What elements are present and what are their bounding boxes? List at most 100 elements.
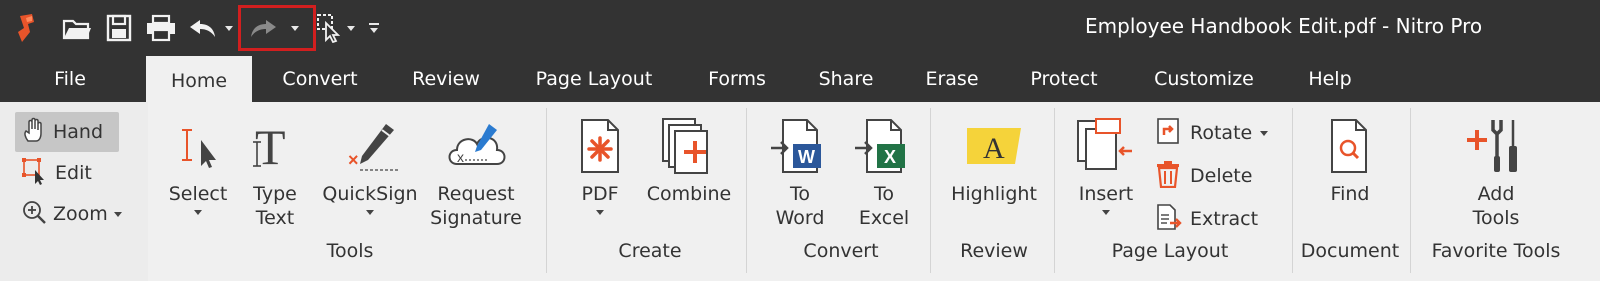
group-label-review: Review	[960, 240, 1028, 262]
combine-button[interactable]: Combine	[642, 110, 736, 206]
tab-share[interactable]: Share	[806, 56, 886, 102]
quicksign-label: QuickSign	[322, 183, 418, 205]
open-folder-icon[interactable]	[60, 8, 94, 48]
hand-label: Hand	[53, 121, 104, 143]
select-button[interactable]: Select	[160, 110, 236, 215]
rotate-label: Rotate	[1190, 122, 1253, 144]
find-document-icon	[1326, 110, 1374, 182]
group-separator	[1054, 108, 1055, 273]
insert-button[interactable]: Insert	[1066, 110, 1146, 215]
svg-text:x: x	[457, 149, 464, 165]
undo-dropdown-arrow[interactable]	[222, 8, 236, 48]
edit-tool-button[interactable]: Edit	[15, 153, 98, 193]
find-label: Find	[1330, 183, 1370, 205]
quicksign-button[interactable]: × QuickSign	[318, 110, 422, 215]
quicksign-dropdown-arrow	[366, 210, 374, 215]
tab-review[interactable]: Review	[398, 56, 494, 102]
request-signature-cloud-icon: x	[443, 110, 509, 182]
hand-tool-button[interactable]: Hand	[15, 112, 119, 152]
rotate-button[interactable]: Rotate	[1154, 113, 1269, 153]
group-separator	[546, 108, 547, 273]
delete-button[interactable]: Delete	[1154, 156, 1252, 196]
edit-select-icon	[21, 157, 49, 190]
to-excel-label-2: Excel	[858, 207, 910, 229]
find-button[interactable]: Find	[1302, 110, 1398, 206]
to-excel-label-1: To	[873, 183, 894, 205]
pdf-file-icon	[576, 110, 624, 182]
svg-text:T: T	[255, 120, 286, 172]
tab-customize[interactable]: Customize	[1140, 56, 1268, 102]
request-signature-label-1: Request	[437, 183, 515, 205]
print-icon[interactable]	[142, 8, 180, 48]
tab-home[interactable]: Home	[146, 56, 252, 102]
svg-text:W: W	[798, 147, 815, 167]
edit-label: Edit	[55, 162, 92, 184]
group-label-tools: Tools	[326, 240, 374, 262]
undo-icon[interactable]	[186, 8, 220, 48]
tab-page-layout[interactable]: Page Layout	[524, 56, 664, 102]
window-title: Employee Handbook Edit.pdf - Nitro Pro	[1085, 14, 1483, 38]
save-icon[interactable]	[102, 8, 136, 48]
group-label-convert: Convert	[803, 240, 879, 262]
group-label-favorite-tools: Favorite Tools	[1431, 240, 1561, 262]
type-text-label-1: Type	[253, 183, 297, 205]
group-label-create: Create	[618, 240, 682, 262]
zoom-tool-button[interactable]: Zoom	[15, 194, 128, 234]
to-word-label-2: Word	[775, 207, 825, 229]
highlight-button[interactable]: A Highlight	[940, 110, 1048, 206]
tab-protect[interactable]: Protect	[1014, 56, 1114, 102]
group-separator	[1410, 108, 1411, 273]
tab-help[interactable]: Help	[1292, 56, 1368, 102]
type-text-label-2: Text	[255, 207, 295, 229]
request-signature-button[interactable]: x Request Signature	[426, 110, 526, 230]
add-tools-label-1: Add	[1477, 183, 1515, 205]
quicksign-pen-icon: ×	[338, 110, 402, 182]
highlight-icon: A	[963, 110, 1025, 182]
svg-text:A: A	[983, 132, 1005, 165]
customize-toolbar-icon[interactable]	[366, 8, 382, 48]
extract-button[interactable]: Extract	[1154, 199, 1258, 239]
tab-forms[interactable]: Forms	[694, 56, 780, 102]
redo-highlight-box	[238, 5, 316, 51]
svg-text:×: ×	[348, 150, 359, 170]
insert-dropdown-arrow	[1102, 210, 1110, 215]
document-area-edge	[0, 281, 1600, 288]
combine-files-icon	[659, 110, 719, 182]
select-label: Select	[168, 183, 228, 205]
highlight-label: Highlight	[951, 183, 1037, 205]
delete-trash-icon	[1154, 160, 1182, 193]
request-signature-label-2: Signature	[430, 207, 522, 229]
combine-label: Combine	[646, 183, 732, 205]
group-label-page-layout: Page Layout	[1111, 240, 1229, 262]
rotate-dropdown-arrow	[1260, 130, 1269, 136]
rotate-icon	[1154, 117, 1182, 150]
word-document-icon: W	[769, 110, 831, 182]
select-cursor-icon[interactable]	[314, 8, 344, 48]
pdf-label: PDF	[581, 183, 619, 205]
to-excel-button[interactable]: X To Excel	[844, 110, 924, 230]
zoom-dropdown-arrow	[113, 211, 122, 217]
svg-text:X: X	[884, 147, 896, 167]
create-pdf-button[interactable]: PDF	[564, 110, 636, 215]
to-word-button[interactable]: W To Word	[760, 110, 840, 230]
group-label-document: Document	[1300, 240, 1400, 262]
type-text-button[interactable]: T Type Text	[240, 110, 310, 230]
app-logo-icon[interactable]	[12, 8, 42, 48]
select-dropdown-arrow[interactable]	[344, 8, 358, 48]
delete-label: Delete	[1190, 165, 1253, 187]
to-word-label-1: To	[789, 183, 810, 205]
insert-pages-icon	[1074, 110, 1138, 182]
zoom-label: Zoom	[53, 203, 108, 225]
insert-label: Insert	[1078, 183, 1134, 205]
tab-convert[interactable]: Convert	[270, 56, 370, 102]
select-text-cursor-icon	[171, 110, 225, 182]
excel-document-icon: X	[853, 110, 915, 182]
add-tools-label-2: Tools	[1472, 207, 1520, 229]
tab-erase[interactable]: Erase	[912, 56, 992, 102]
group-separator	[1292, 108, 1293, 273]
extract-icon	[1154, 203, 1182, 236]
zoom-icon	[21, 199, 47, 230]
add-tools-button[interactable]: Add Tools	[1450, 110, 1542, 230]
tab-file[interactable]: File	[40, 56, 100, 102]
extract-label: Extract	[1190, 208, 1259, 230]
